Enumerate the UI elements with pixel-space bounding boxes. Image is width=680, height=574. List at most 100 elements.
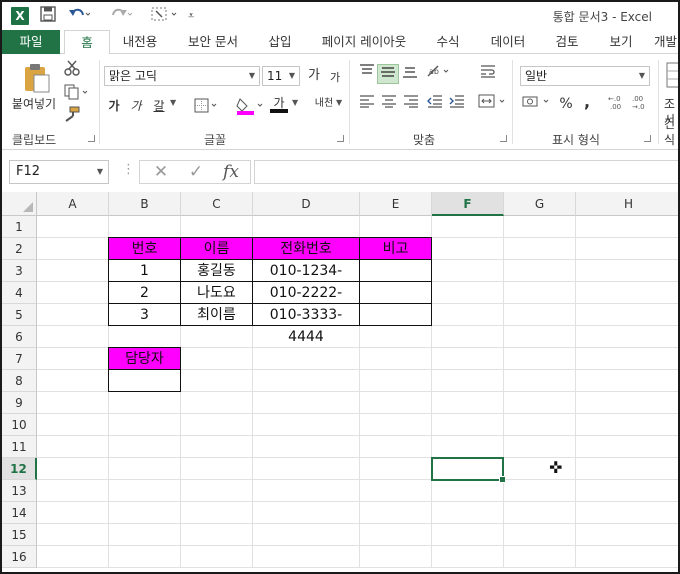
table-header-cell[interactable]: 이름	[180, 237, 253, 260]
comma-button[interactable]: ,	[580, 92, 594, 112]
increase-indent-icon[interactable]	[447, 94, 467, 114]
align-bottom-icon[interactable]	[400, 64, 420, 84]
paste-button[interactable]: 붙여넣기	[8, 94, 60, 114]
redo-icon[interactable]	[110, 6, 133, 26]
table-cell[interactable]: 홍길동	[180, 259, 253, 282]
border-icon[interactable]	[194, 98, 220, 117]
select-object-icon[interactable]	[150, 6, 178, 26]
active-cell-selection[interactable]	[431, 457, 506, 483]
italic-button[interactable]: 가	[128, 96, 144, 116]
font-size-select[interactable]: 11 ▼	[262, 66, 300, 86]
row-header-2[interactable]: 2	[2, 238, 37, 260]
row-header-13[interactable]: 13	[2, 480, 37, 502]
tab-page-layout[interactable]: 페이지 레이아웃	[316, 30, 412, 54]
row-header-11[interactable]: 11	[2, 436, 37, 458]
wrap-text-icon[interactable]	[478, 64, 498, 84]
row-header-15[interactable]: 15	[2, 524, 37, 546]
increase-decimal-icon[interactable]: ←.0.00	[608, 94, 628, 114]
more-options-icon[interactable]: ⋮	[122, 162, 135, 177]
column-header-f[interactable]: F	[432, 192, 504, 216]
align-right-icon[interactable]	[401, 94, 421, 114]
number-launcher-icon[interactable]	[644, 135, 651, 142]
cancel-icon[interactable]: ✕	[148, 161, 174, 183]
column-header-b[interactable]: B	[109, 192, 181, 216]
table-cell[interactable]: 나도요	[180, 281, 253, 304]
decrease-indent-icon[interactable]	[425, 94, 445, 114]
table-cell[interactable]	[359, 259, 432, 282]
cut-icon[interactable]	[64, 60, 80, 79]
chevron-down-icon[interactable]: ▼	[336, 98, 342, 107]
row-header-7[interactable]: 7	[2, 348, 37, 370]
table-cell[interactable]: 1	[108, 259, 181, 282]
name-box[interactable]: F12 ▼	[9, 160, 109, 184]
tab-developer[interactable]: 개발	[654, 30, 678, 54]
manager-header-cell[interactable]: 담당자	[108, 347, 181, 370]
decrease-decimal-icon[interactable]: .00 →.0	[632, 94, 652, 114]
enter-icon[interactable]: ✓	[183, 161, 209, 183]
tab-home[interactable]: 홈	[64, 30, 110, 55]
grow-font-button[interactable]: 가	[306, 66, 322, 86]
bold-button[interactable]: 가	[106, 96, 122, 116]
conditional-formatting-label-2[interactable]: 서식	[664, 110, 678, 147]
table-cell[interactable]: 2	[108, 281, 181, 304]
insert-function-icon[interactable]: fx	[218, 161, 244, 183]
column-header-d[interactable]: D	[253, 192, 360, 216]
table-cell[interactable]	[359, 281, 432, 304]
percent-button[interactable]: %	[558, 94, 574, 114]
format-painter-icon[interactable]	[64, 106, 80, 125]
conditional-formatting-icon[interactable]	[666, 62, 678, 91]
table-header-cell[interactable]: 번호	[108, 237, 181, 260]
clipboard-launcher-icon[interactable]	[88, 135, 95, 142]
font-color-button[interactable]: 가	[270, 93, 288, 113]
row-header-14[interactable]: 14	[2, 502, 37, 524]
font-name-select[interactable]: 맑은 고딕 ▼	[104, 66, 260, 86]
orientation-icon[interactable]: ab	[426, 64, 452, 84]
column-header-a[interactable]: A	[37, 192, 109, 216]
formula-input[interactable]	[254, 160, 678, 184]
chevron-down-icon[interactable]: ▼	[292, 98, 298, 107]
row-header-4[interactable]: 4	[2, 282, 37, 304]
tab-review[interactable]: 검토	[548, 30, 586, 54]
row-header-6[interactable]: 6	[2, 326, 37, 348]
tab-security-document[interactable]: 보안 문서	[182, 30, 244, 54]
align-left-icon[interactable]	[357, 94, 377, 114]
font-launcher-icon[interactable]	[337, 135, 344, 142]
row-header-5[interactable]: 5	[2, 304, 37, 326]
row-header-8[interactable]: 8	[2, 370, 37, 392]
accounting-format-icon[interactable]	[522, 94, 552, 114]
align-center-icon[interactable]	[379, 94, 399, 114]
table-cell[interactable]	[359, 303, 432, 326]
number-format-select[interactable]: 일반 ▼	[520, 66, 650, 86]
column-header-e[interactable]: E	[360, 192, 432, 216]
customize-icon[interactable]: ⩡	[188, 6, 194, 26]
merge-center-icon[interactable]	[478, 94, 508, 114]
row-header-16[interactable]: 16	[2, 546, 37, 568]
row-header-10[interactable]: 10	[2, 414, 37, 436]
row-header-9[interactable]: 9	[2, 392, 37, 414]
row-header-1[interactable]: 1	[2, 216, 37, 238]
table-header-cell[interactable]: 비고	[359, 237, 432, 260]
row-header-3[interactable]: 3	[2, 260, 37, 282]
alignment-launcher-icon[interactable]	[500, 135, 507, 142]
column-header-c[interactable]: C	[181, 192, 253, 216]
row-header-12[interactable]: 12	[2, 458, 37, 480]
shrink-font-button[interactable]: 가	[328, 68, 342, 88]
align-middle-icon[interactable]	[377, 64, 399, 84]
manager-value-cell[interactable]	[108, 369, 181, 392]
undo-icon[interactable]	[68, 6, 91, 26]
save-icon[interactable]	[40, 6, 56, 26]
table-cell[interactable]: 최이름	[180, 303, 253, 326]
select-all-button[interactable]	[2, 192, 37, 216]
table-header-cell[interactable]: 전화번호	[252, 237, 360, 260]
tab-formulas[interactable]: 수식	[430, 30, 466, 54]
copy-icon[interactable]	[64, 84, 90, 103]
tab-insert[interactable]: 삽입	[260, 30, 300, 54]
chevron-down-icon[interactable]: ▼	[170, 98, 176, 107]
table-cell[interactable]: 3	[108, 303, 181, 326]
align-top-icon[interactable]	[357, 64, 377, 84]
tab-my-use[interactable]: 내전용	[114, 30, 166, 54]
tab-file[interactable]: 파일	[2, 30, 60, 54]
paste-icon[interactable]	[22, 62, 52, 97]
table-cell[interactable]: 010-1234-5678	[252, 259, 360, 301]
table-cell[interactable]: 010-2222-3333	[252, 281, 360, 323]
